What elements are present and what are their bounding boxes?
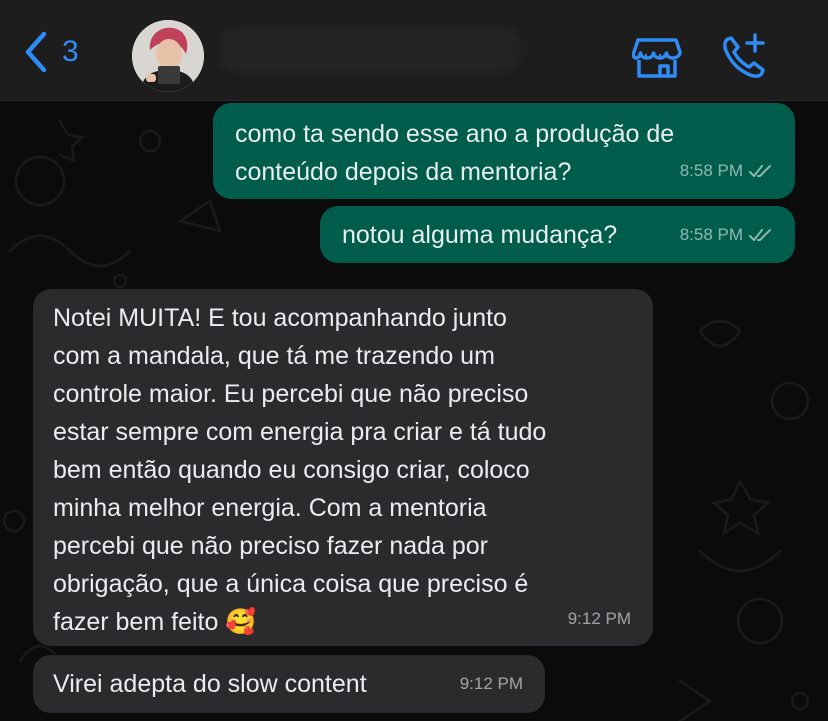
- chat-header: 3: [0, 0, 828, 101]
- contact-name-redacted: [220, 28, 520, 72]
- message-bubble-incoming[interactable]: Notei MUITA! E tou acompanhando junto co…: [33, 289, 653, 646]
- message-bubble-outgoing[interactable]: como ta sendo esse ano a produção de con…: [213, 103, 795, 199]
- message-line: Notei MUITA! E tou acompanhando junto: [53, 304, 507, 332]
- message-bubble-outgoing[interactable]: notou alguma mudança? 8:58 PM: [320, 206, 795, 263]
- message-time: 9:12 PM: [567, 609, 631, 628]
- message-time: 8:58 PM: [679, 225, 743, 244]
- message-time: 9:12 PM: [459, 674, 523, 693]
- message-meta: 9:12 PM: [568, 600, 631, 638]
- message-line: obrigação, que a única coisa que preciso…: [53, 570, 529, 598]
- message-line: fazer bem feito 🥰: [53, 608, 257, 636]
- message-meta: 9:12 PM: [460, 665, 523, 703]
- double-check-icon: [749, 229, 771, 241]
- phone-add-icon: [723, 33, 765, 78]
- message-line: notou alguma mudança?: [342, 221, 618, 249]
- message-line: controle maior. Eu percebi que não preci…: [53, 380, 529, 408]
- unread-count: 3: [62, 35, 79, 68]
- message-text: notou alguma mudança?: [342, 216, 617, 254]
- back-button[interactable]: 3: [22, 30, 79, 74]
- message-line: percebi que não preciso fazer nada por: [53, 532, 489, 560]
- message-time: 8:58 PM: [679, 161, 743, 180]
- store-icon: [631, 38, 682, 78]
- avatar[interactable]: [132, 20, 204, 92]
- message-line: com a mandala, que tá me trazendo um: [53, 342, 495, 370]
- message-line: estar sempre com energia pra criar e tá …: [53, 418, 547, 446]
- message-meta: 8:58 PM: [680, 152, 773, 190]
- message-line: bem então quando eu consigo criar, coloc…: [53, 456, 530, 484]
- catalog-button[interactable]: [631, 36, 682, 85]
- message-line: Virei adepta do slow content: [53, 670, 367, 698]
- call-button[interactable]: [720, 33, 768, 86]
- message-bubble-incoming[interactable]: Virei adepta do slow content 9:12 PM: [33, 655, 545, 713]
- message-line: conteúdo depois da mentoria?: [235, 158, 572, 186]
- message-line: como ta sendo esse ano a produção de: [235, 120, 675, 148]
- message-meta: 8:58 PM: [680, 216, 773, 254]
- message-text: Virei adepta do slow content: [53, 665, 367, 703]
- message-line: minha melhor energia. Com a mentoria: [53, 494, 487, 522]
- double-check-icon: [749, 165, 771, 177]
- message-text: como ta sendo esse ano a produção de con…: [235, 115, 674, 191]
- chevron-left-icon: [25, 31, 47, 73]
- avatar-image: [132, 20, 204, 92]
- message-text: Notei MUITA! E tou acompanhando junto co…: [53, 299, 546, 641]
